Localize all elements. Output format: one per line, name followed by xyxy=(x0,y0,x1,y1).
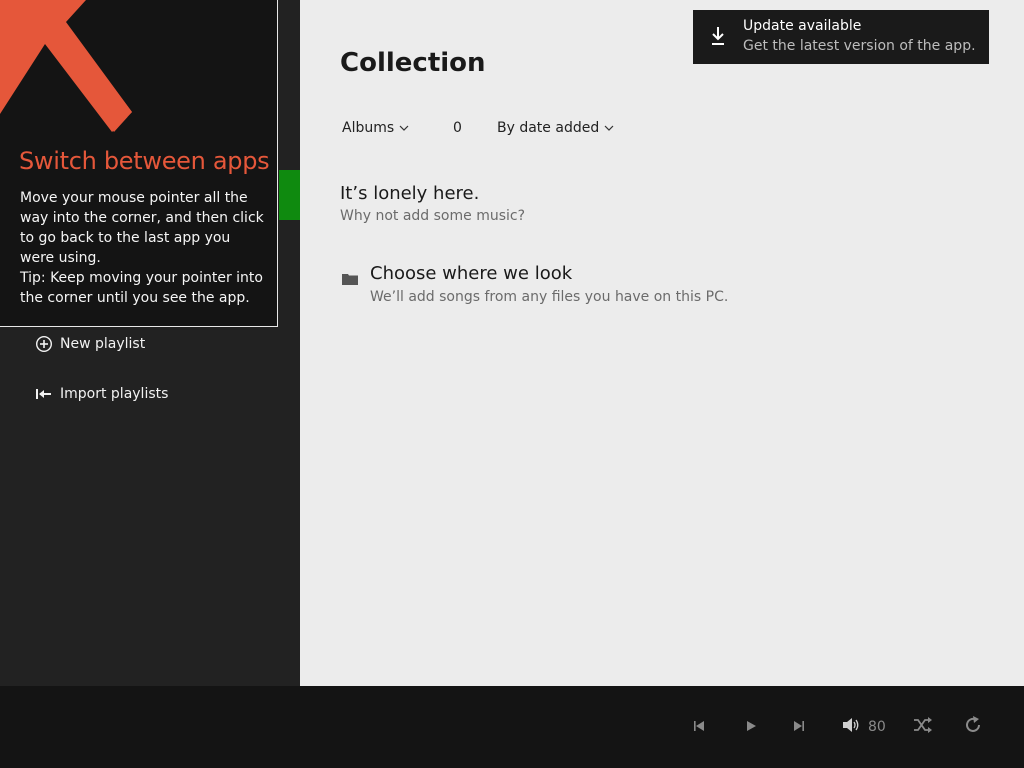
new-playlist-button[interactable]: New playlist xyxy=(34,332,145,356)
import-playlists-button[interactable]: Import playlists xyxy=(34,382,168,406)
new-playlist-label: New playlist xyxy=(60,336,146,352)
repeat-icon xyxy=(963,715,983,739)
repeat-button[interactable] xyxy=(963,716,983,738)
tip-title: Switch between apps xyxy=(19,147,270,175)
choose-where-we-look-subtitle: We’ll add songs from any files you have … xyxy=(370,289,729,305)
corner-arrow-icon xyxy=(0,0,132,132)
tip-body-text: Move your mouse pointer all the way into… xyxy=(20,190,264,266)
switch-apps-tip: Switch between apps Move your mouse poin… xyxy=(0,0,278,327)
item-count: 0 xyxy=(453,120,462,136)
plus-circle-icon xyxy=(34,334,54,354)
tip-hint-text: Tip: Keep moving your pointer into the c… xyxy=(20,270,263,306)
next-button[interactable] xyxy=(792,716,806,738)
download-icon xyxy=(711,26,725,50)
volume-level: 80 xyxy=(868,719,886,735)
sidebar-selection-accent xyxy=(279,170,300,220)
toast-title: Update available xyxy=(743,18,862,34)
page-title: Collection xyxy=(340,48,486,78)
choose-where-we-look-title: Choose where we look xyxy=(370,263,573,284)
sort-dropdown-label: By date added xyxy=(497,120,600,136)
main-content: Collection Albums 0 By date added It’s l… xyxy=(300,0,1024,686)
empty-state-subtitle: Why not add some music? xyxy=(340,208,526,224)
volume-icon xyxy=(842,717,860,737)
previous-button[interactable] xyxy=(692,716,706,738)
sort-dropdown[interactable]: By date added xyxy=(497,120,614,136)
folder-icon xyxy=(342,270,358,289)
update-available-toast[interactable]: Update available Get the latest version … xyxy=(693,10,989,64)
play-icon xyxy=(744,718,758,737)
player-bar: 80 xyxy=(0,686,1024,768)
view-dropdown-label: Albums xyxy=(342,120,395,136)
import-playlists-label: Import playlists xyxy=(60,386,169,402)
next-icon xyxy=(792,718,806,737)
tip-body: Move your mouse pointer all the way into… xyxy=(20,188,268,308)
chevron-down-icon xyxy=(604,125,614,131)
volume-button[interactable]: 80 xyxy=(842,716,886,738)
chevron-down-icon xyxy=(399,125,409,131)
import-icon xyxy=(34,384,54,404)
shuffle-button[interactable] xyxy=(913,716,933,738)
view-dropdown[interactable]: Albums xyxy=(342,120,409,136)
shuffle-icon xyxy=(913,717,933,737)
empty-state-title: It’s lonely here. xyxy=(340,183,480,204)
toast-subtitle: Get the latest version of the app. xyxy=(743,38,976,54)
play-button[interactable] xyxy=(744,716,758,738)
previous-icon xyxy=(692,718,706,737)
